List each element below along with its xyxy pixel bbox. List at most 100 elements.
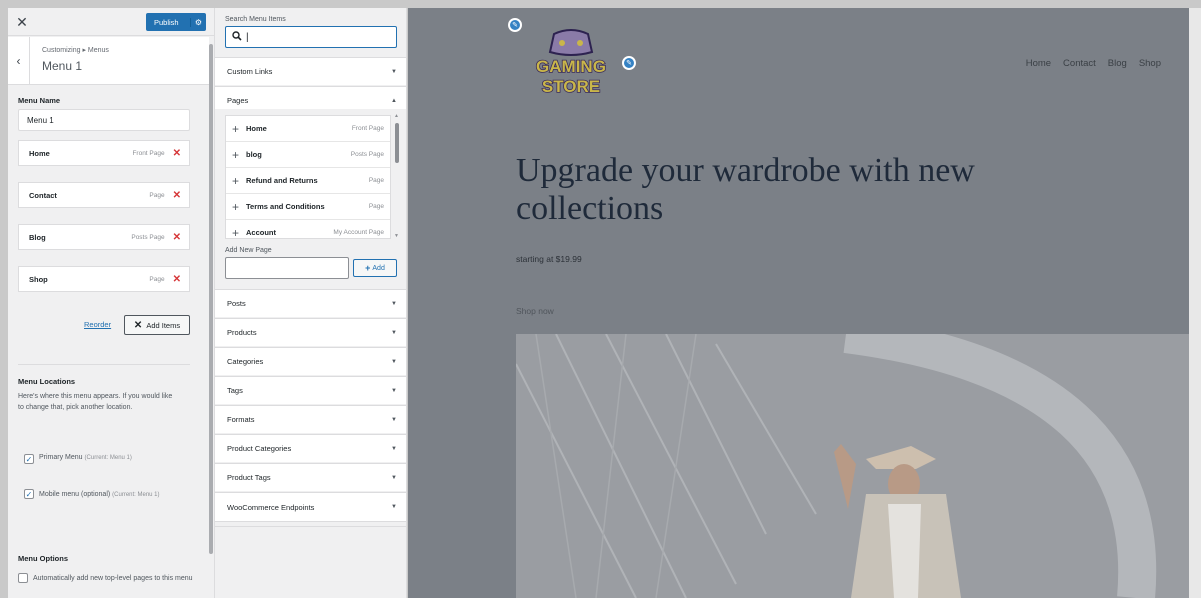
list-item[interactable]: + Account My Account Page [226, 220, 390, 239]
menu-item-label: Shop [29, 274, 48, 284]
customizer-sidebar: ✕ Publish ⚙ ‹ Customizing ▸ Menus Menu 1… [8, 8, 215, 598]
add-page-label: Add [372, 264, 385, 272]
menu-item-label: Contact [29, 190, 57, 200]
accordion-product-tags[interactable]: Product Tags ▼ [215, 463, 406, 491]
auto-add-option[interactable]: Automatically add new top-level pages to… [18, 573, 198, 584]
page-type: Page [368, 177, 384, 184]
accordion-woocommerce-endpoints[interactable]: WooCommerce Endpoints ▼ [215, 492, 406, 522]
chevron-down-icon[interactable]: ▼ [394, 233, 399, 239]
primary-menu-label: Primary Menu (Current: Menu 1) [39, 454, 132, 461]
chevron-down-icon: ▼ [391, 387, 397, 394]
nav-item-contact[interactable]: Contact [1063, 58, 1096, 69]
accordion-label: Products [227, 328, 257, 337]
nav-item-home[interactable]: Home [1026, 58, 1051, 69]
menu-item-contact[interactable]: Contact Page ✕ [18, 182, 190, 208]
accordion-label: Categories [227, 357, 264, 366]
search-icon [232, 30, 242, 44]
list-item[interactable]: + Refund and Returns Page [226, 168, 390, 194]
plus-icon: + [232, 121, 240, 136]
accordion-formats[interactable]: Formats ▼ [215, 405, 406, 433]
accordion-products[interactable]: Products ▼ [215, 318, 406, 346]
plus-icon: + [365, 263, 371, 273]
menu-item-blog[interactable]: Blog Posts Page ✕ [18, 224, 190, 250]
accordion-custom-links[interactable]: Custom Links ▼ [215, 57, 406, 85]
available-menu-items-panel: Search Menu Items | Custom Links ▼ Pages… [215, 8, 407, 598]
menu-item-type: Front Page [132, 149, 165, 157]
add-new-page-input[interactable] [225, 257, 349, 279]
back-button[interactable]: ‹ [8, 37, 30, 85]
list-item[interactable]: + Home Front Page [226, 116, 390, 142]
shop-now-link[interactable]: Shop now [516, 306, 554, 316]
page-title: Menu 1 [42, 59, 83, 73]
pages-scrollbar[interactable] [395, 123, 399, 163]
pages-panel: + Home Front Page + blog Posts Page + Re… [215, 109, 406, 289]
site-preview[interactable]: ✎ GAMING STORE ✎ Home Contact Blog Shop … [408, 8, 1189, 598]
reorder-link[interactable]: Reorder [84, 320, 111, 329]
site-navigation: Home Contact Blog Shop [1026, 58, 1161, 69]
accordion-product-categories[interactable]: Product Categories ▼ [215, 434, 406, 462]
remove-icon[interactable]: ✕ [173, 274, 181, 285]
page-label: blog [246, 150, 262, 159]
hero-subtitle: starting at $19.99 [516, 254, 582, 264]
remove-icon[interactable]: ✕ [173, 148, 181, 159]
chevron-down-icon: ▼ [391, 358, 397, 365]
mobile-menu-checkbox[interactable]: ✓ [24, 489, 34, 499]
logo-text-store: STORE [542, 77, 600, 96]
menu-item-home[interactable]: Home Front Page ✕ [18, 140, 190, 166]
primary-menu-checkbox[interactable]: ✓ [24, 454, 34, 464]
site-logo[interactable]: GAMING STORE [526, 26, 616, 101]
remove-icon[interactable]: ✕ [173, 232, 181, 243]
customizer-topbar: ✕ Publish ⚙ [8, 8, 214, 36]
chevron-down-icon: ▼ [391, 300, 397, 307]
accordion-label: Product Categories [227, 444, 292, 453]
accordion-label: Posts [227, 299, 246, 308]
menu-locations-heading: Menu Locations [18, 377, 76, 386]
nav-item-shop[interactable]: Shop [1139, 58, 1161, 69]
accordion-label: Product Tags [227, 473, 271, 482]
menu-locations-description: Here's where this menu appears. If you w… [18, 393, 173, 411]
publish-label: Publish [154, 17, 179, 27]
page-label: Account [246, 228, 276, 237]
auto-add-checkbox[interactable] [18, 573, 28, 583]
chevron-down-icon: ▼ [391, 474, 397, 481]
search-input[interactable]: | [225, 26, 397, 48]
accordion-posts[interactable]: Posts ▼ [215, 289, 406, 317]
close-customizer-button[interactable]: ✕ [8, 8, 36, 36]
mobile-menu-option[interactable]: ✓ Mobile menu (optional) (Current: Menu … [24, 489, 184, 501]
edit-shortcut-icon[interactable]: ✎ [508, 18, 522, 32]
accordion-categories[interactable]: Categories ▼ [215, 347, 406, 375]
chevron-down-icon: ▼ [391, 445, 397, 452]
accordion-label: Pages [227, 96, 249, 105]
chevron-left-icon: ‹ [16, 54, 21, 68]
nav-item-blog[interactable]: Blog [1108, 58, 1127, 69]
plus-icon: + [232, 199, 240, 214]
plus-icon: + [232, 225, 240, 239]
chevron-up-icon[interactable]: ▲ [394, 113, 399, 119]
accordion-label: WooCommerce Endpoints [227, 502, 315, 512]
menu-name-input[interactable]: Menu 1 [18, 109, 190, 131]
add-new-page-label: Add New Page [225, 247, 272, 254]
chevron-up-icon: ▲ [391, 97, 397, 104]
close-icon: ✕ [16, 13, 28, 30]
sidebar-scrollbar[interactable] [209, 44, 213, 554]
panel-footer-space [215, 526, 406, 598]
add-items-button[interactable]: ✕ Add Items [124, 315, 190, 335]
gear-icon[interactable]: ⚙ [190, 17, 206, 27]
hero-image [516, 334, 1189, 598]
mobile-menu-label: Mobile menu (optional) (Current: Menu 1) [39, 491, 160, 498]
primary-menu-option[interactable]: ✓ Primary Menu (Current: Menu 1) [24, 454, 132, 464]
menu-item-shop[interactable]: Shop Page ✕ [18, 266, 190, 292]
chevron-down-icon: ▼ [391, 416, 397, 423]
add-page-button[interactable]: + Add [353, 259, 397, 277]
publish-button[interactable]: Publish ⚙ [146, 13, 206, 31]
list-item[interactable]: + blog Posts Page [226, 142, 390, 168]
auto-add-label: Automatically add new top-level pages to… [33, 575, 193, 582]
text-caret: | [246, 31, 249, 43]
pages-list: + Home Front Page + blog Posts Page + Re… [225, 115, 391, 239]
accordion-tags[interactable]: Tags ▼ [215, 376, 406, 404]
menu-item-type: Posts Page [131, 233, 165, 241]
list-item[interactable]: + Terms and Conditions Page [226, 194, 390, 220]
remove-icon[interactable]: ✕ [173, 190, 181, 201]
edit-shortcut-icon[interactable]: ✎ [622, 56, 636, 70]
hero-title: Upgrade your wardrobe with new collectio… [516, 152, 975, 227]
